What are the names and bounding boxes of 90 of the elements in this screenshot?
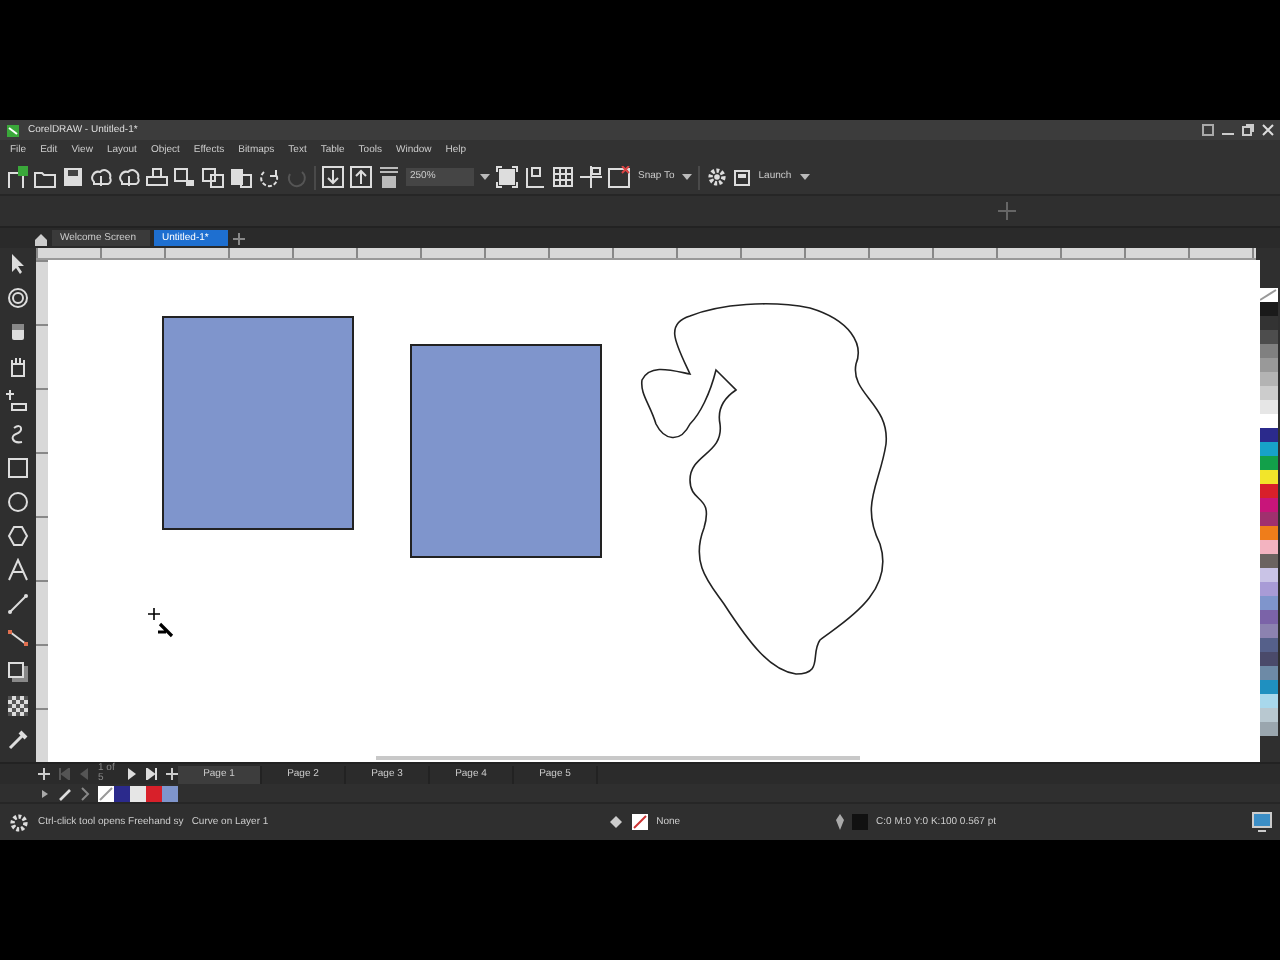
color-swatch[interactable] [1258,596,1278,610]
document-color-swatch[interactable] [130,785,146,801]
color-swatch[interactable] [1258,330,1278,344]
add-tab-icon[interactable] [231,231,246,245]
line-icon[interactable] [6,592,30,616]
snap-off-icon[interactable] [608,166,630,188]
color-swatch[interactable] [1258,344,1278,358]
caret-icon[interactable] [480,172,490,182]
color-swatch[interactable] [1258,708,1278,722]
color-swatch[interactable] [1258,442,1278,456]
no-color-icon[interactable] [98,785,114,801]
settings-icon[interactable] [706,166,729,188]
expand-arrow-icon[interactable] [40,787,50,799]
document-color-swatch[interactable] [114,785,130,801]
ellipse-icon[interactable] [6,490,30,514]
restore-icon[interactable] [1242,124,1254,136]
last-page-icon[interactable] [146,768,158,780]
import-icon[interactable] [322,166,344,188]
caret-icon[interactable] [799,172,810,182]
color-swatch[interactable] [1258,540,1278,554]
hand-icon[interactable] [6,354,30,378]
color-swatch[interactable] [1258,316,1278,330]
settings-icon[interactable] [8,811,30,833]
color-swatch[interactable] [1258,638,1278,652]
color-swatch[interactable] [1258,722,1278,736]
undo-icon[interactable] [258,166,280,188]
color-swatch[interactable] [1258,680,1278,694]
color-swatch[interactable] [1258,302,1278,316]
pen-nib-icon [836,814,845,830]
polygon-icon[interactable] [6,524,30,548]
no-fill-swatch-icon [632,814,649,830]
grid-icon[interactable] [552,166,574,188]
copy-icon[interactable] [202,166,224,188]
color-swatch[interactable] [1258,554,1278,568]
cloud-upload-icon[interactable] [118,166,140,188]
color-swatch[interactable] [1258,456,1278,470]
color-swatch[interactable] [1258,582,1278,596]
save-icon[interactable] [62,166,84,188]
cursor-icon [147,607,174,638]
eyedropper-icon[interactable] [6,728,30,752]
outline-swatch-icon [852,814,869,830]
document-color-swatch[interactable] [146,785,162,801]
new-document-icon[interactable] [6,166,28,188]
drop-shadow-icon[interactable] [6,660,30,684]
app-logo-icon [6,123,20,137]
color-swatch[interactable] [1258,428,1278,442]
rectangle-icon[interactable] [6,456,30,480]
eyedropper-icon[interactable] [58,785,72,801]
color-swatch[interactable] [1258,400,1278,414]
eraser-icon[interactable] [6,320,30,344]
pick-arrow-icon[interactable] [6,252,30,276]
cloud-download-icon[interactable] [90,166,112,188]
color-swatch[interactable] [1258,498,1278,512]
launch-icon[interactable] [734,169,751,185]
horizontal-scrollbar[interactable] [376,756,860,760]
guidelines-icon[interactable] [580,166,602,188]
color-swatch[interactable] [1258,666,1278,680]
color-swatch[interactable] [1258,652,1278,666]
rulers-icon[interactable] [524,166,546,188]
color-swatch[interactable] [1258,624,1278,638]
next-page-icon[interactable] [126,768,138,780]
spiral-icon[interactable] [6,286,30,310]
color-swatch[interactable] [1258,512,1278,526]
connector-icon[interactable] [6,626,30,650]
monitor-icon[interactable] [1252,812,1272,832]
color-swatch[interactable] [1258,610,1278,624]
add-page-icon[interactable] [38,768,50,780]
text-icon[interactable] [6,558,30,582]
folder-icon[interactable] [34,166,56,188]
color-swatch[interactable] [1258,470,1278,484]
color-swatch[interactable] [1258,372,1278,386]
color-swatch[interactable] [1258,694,1278,708]
caret-icon[interactable] [682,172,693,182]
no-color-icon[interactable] [1258,288,1278,302]
color-swatch[interactable] [1258,526,1278,540]
printer-icon[interactable] [146,166,168,188]
add-page-icon[interactable] [166,768,178,780]
full-screen-icon[interactable] [496,166,518,188]
color-swatch[interactable] [1258,358,1278,372]
color-swatch[interactable] [1258,484,1278,498]
color-swatch[interactable] [1258,414,1278,428]
vertical-scrollbar[interactable] [1256,260,1260,762]
fill-bucket-icon [608,814,625,830]
checker-icon[interactable] [6,694,30,718]
window-icon[interactable] [1202,124,1214,136]
color-swatch[interactable] [1258,568,1278,582]
color-swatch[interactable] [1258,386,1278,400]
close-icon[interactable] [1262,124,1274,136]
export-icon[interactable] [350,166,372,188]
document-color-swatch[interactable] [162,785,178,801]
